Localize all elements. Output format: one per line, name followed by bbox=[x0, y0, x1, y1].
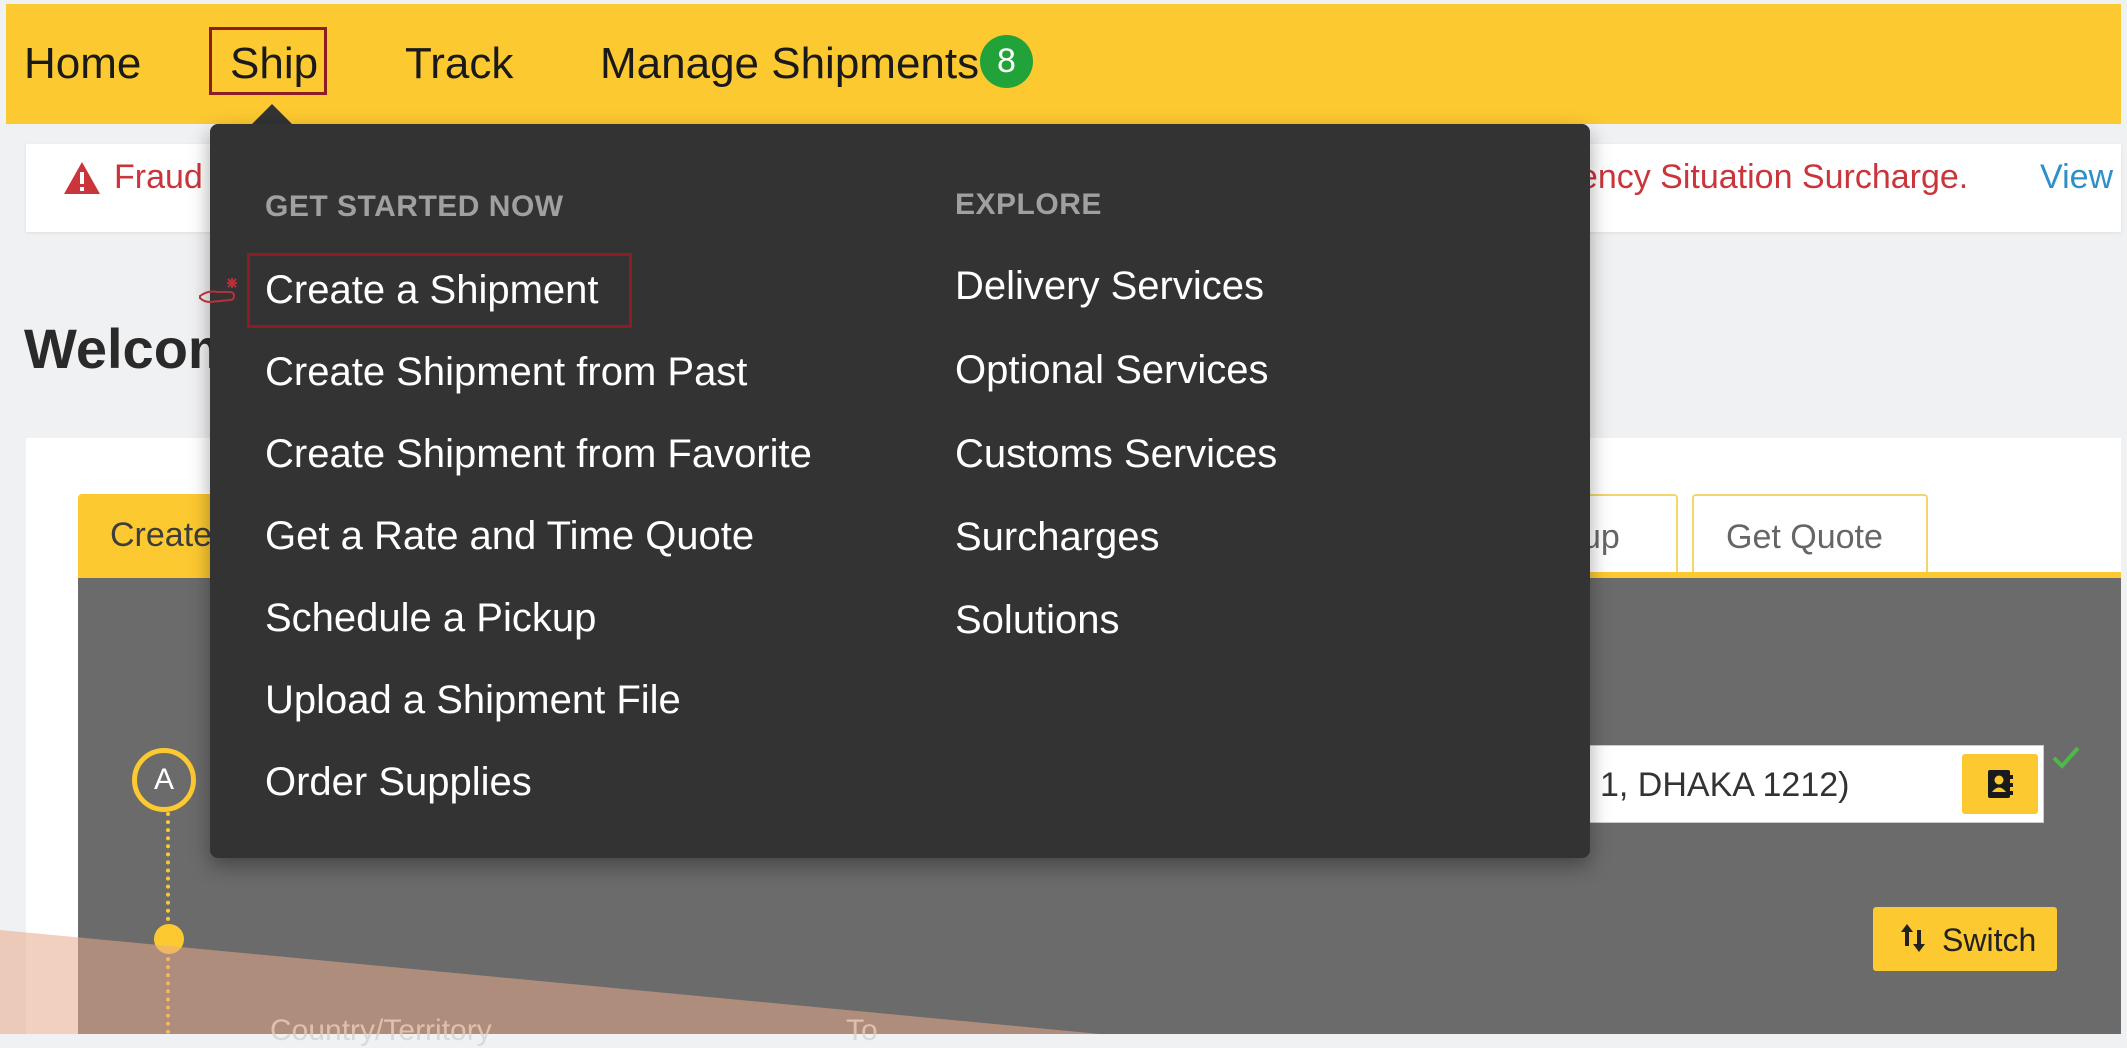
welcome-heading: Welcom bbox=[24, 317, 238, 380]
nav-manage-shipments[interactable]: Manage Shipments bbox=[600, 38, 979, 90]
menu-rate-time-quote[interactable]: Get a Rate and Time Quote bbox=[265, 512, 754, 560]
dropdown-caret bbox=[250, 104, 294, 126]
from-address-value: 1, DHAKA 1212) bbox=[1600, 766, 1850, 804]
address-book-icon bbox=[1988, 770, 2013, 798]
shipments-count-badge: 8 bbox=[980, 35, 1033, 88]
menu-create-from-favorite[interactable]: Create Shipment from Favorite bbox=[265, 430, 812, 478]
menu-schedule-pickup[interactable]: Schedule a Pickup bbox=[265, 594, 596, 642]
hand-cursor-icon bbox=[199, 278, 237, 304]
alert-text-continued: gency Situation Surcharge. bbox=[1560, 158, 1969, 196]
tab-create-label: Create bbox=[110, 516, 213, 554]
tab-quote-label: Get Quote bbox=[1726, 518, 1883, 556]
step-a-marker: A bbox=[132, 748, 196, 812]
get-started-heading: GET STARTED NOW bbox=[265, 190, 564, 223]
nav-ship-highlight bbox=[209, 27, 327, 95]
alert-text: Fraud bbox=[114, 158, 203, 196]
menu-upload-shipment-file[interactable]: Upload a Shipment File bbox=[265, 676, 681, 724]
menu-order-supplies[interactable]: Order Supplies bbox=[265, 758, 532, 806]
warning-triangle-icon bbox=[64, 162, 100, 194]
menu-optional-services[interactable]: Optional Services bbox=[955, 346, 1268, 394]
menu-surcharges[interactable]: Surcharges bbox=[955, 513, 1160, 561]
nav-track[interactable]: Track bbox=[405, 38, 513, 90]
create-shipment-highlight bbox=[247, 253, 632, 328]
menu-solutions[interactable]: Solutions bbox=[955, 596, 1120, 644]
menu-delivery-services[interactable]: Delivery Services bbox=[955, 262, 1264, 310]
decorative-overlay bbox=[0, 930, 1100, 1034]
swap-arrows-icon bbox=[1901, 924, 1925, 952]
nav-home[interactable]: Home bbox=[24, 38, 141, 90]
menu-customs-services[interactable]: Customs Services bbox=[955, 430, 1277, 478]
menu-create-from-past[interactable]: Create Shipment from Past bbox=[265, 348, 747, 396]
alert-view-link[interactable]: View bbox=[2040, 158, 2113, 197]
ship-dropdown-menu bbox=[210, 124, 1590, 858]
explore-heading: EXPLORE bbox=[955, 188, 1102, 221]
switch-label: Switch bbox=[1942, 922, 2037, 958]
valid-check-icon bbox=[2052, 746, 2080, 769]
